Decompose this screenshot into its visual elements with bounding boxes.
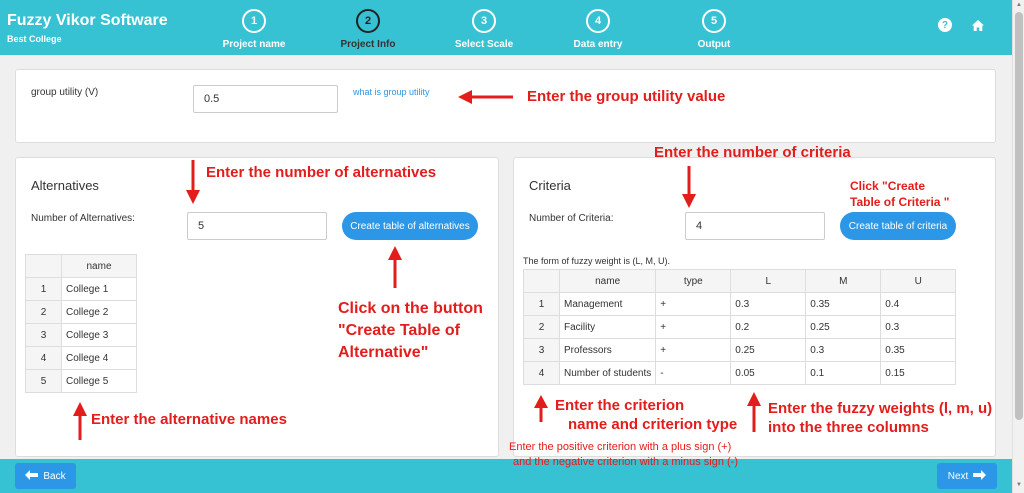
- arrowhead: [747, 392, 761, 406]
- arrowhead: [682, 194, 696, 208]
- scroll-down-icon[interactable]: ▼: [1015, 482, 1023, 488]
- scrollbar-thumb[interactable]: [1015, 12, 1023, 420]
- arrowhead: [73, 402, 87, 416]
- annotation-arrows: [73, 90, 761, 440]
- page-scrollbar[interactable]: ▲ ▼: [1012, 0, 1024, 493]
- arrowhead: [388, 246, 402, 260]
- arrowhead: [458, 90, 472, 104]
- arrowhead: [186, 190, 200, 204]
- scroll-up-icon[interactable]: ▲: [1015, 2, 1023, 8]
- arrowhead: [534, 395, 548, 408]
